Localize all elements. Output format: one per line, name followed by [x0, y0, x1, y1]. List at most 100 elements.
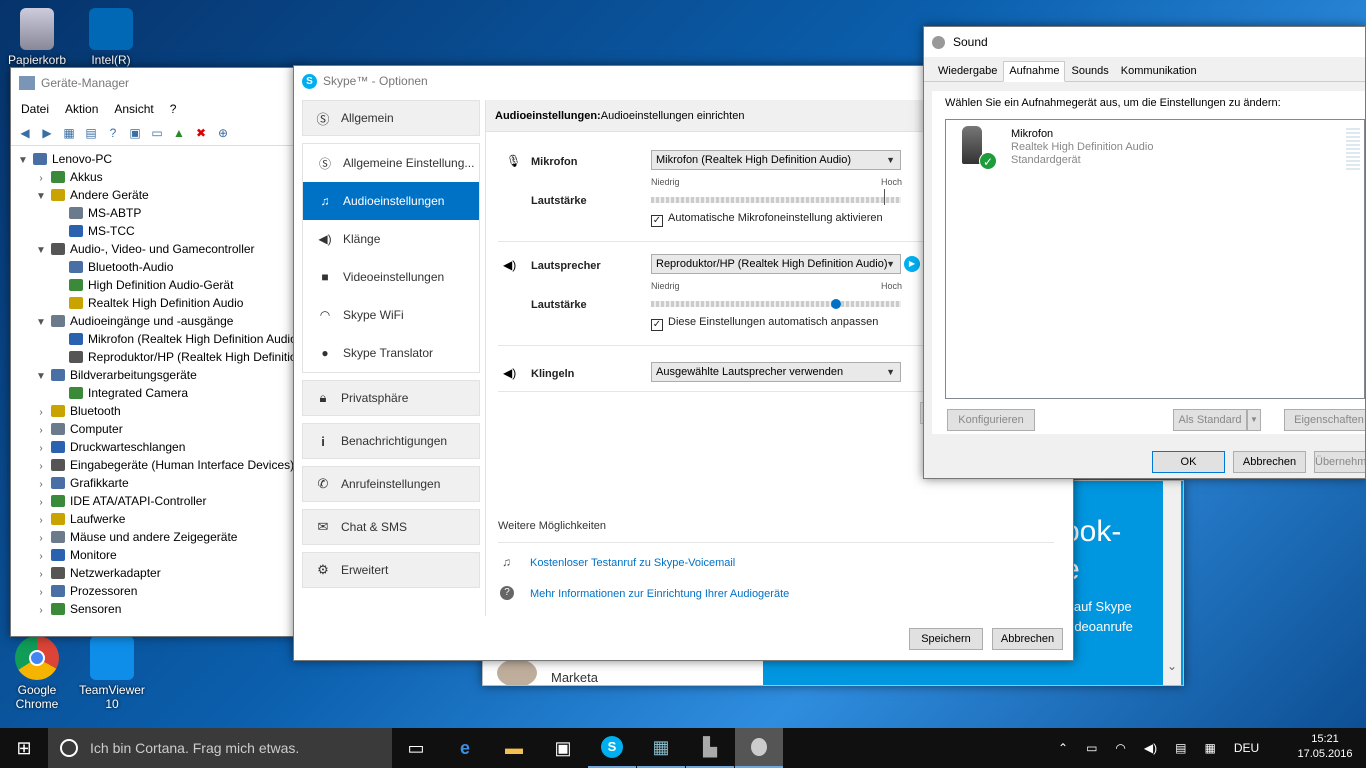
nav-erweitert[interactable]: ⚙ Erweitert [302, 552, 480, 588]
set-default-button[interactable]: Als Standard [1173, 409, 1247, 431]
nav-benachrichtigungen[interactable]: i Benachrichtigungen [302, 423, 480, 459]
nav-skype-translator[interactable]: ● Skype Translator [303, 334, 479, 372]
ring-device-select[interactable]: Ausgewählte Lautsprecher verwenden ▼ [651, 362, 901, 382]
tree-item[interactable]: High Definition Audio-Gerät [11, 276, 299, 294]
contact-name[interactable]: Marketa [551, 670, 598, 685]
apply-button[interactable]: Übernehmen [1314, 451, 1365, 473]
list-icon[interactable]: ▤ [83, 125, 99, 141]
desktop-icon-recycle-bin[interactable]: Papierkorb [2, 8, 72, 67]
menu-aktion[interactable]: Aktion [65, 102, 98, 116]
slider-handle[interactable] [831, 299, 841, 309]
device-manager-taskbar-icon[interactable]: ▙ [686, 728, 734, 768]
tab-aufnahme[interactable]: Aufnahme [1003, 61, 1066, 82]
configure-button[interactable]: Konfigurieren [947, 409, 1035, 431]
properties-icon[interactable]: ▦ [61, 125, 77, 141]
tree-item[interactable]: Realtek High Definition Audio [11, 294, 299, 312]
sound-taskbar-icon[interactable] [735, 728, 783, 768]
nav-videoeinstellungen[interactable]: ■ Videoeinstellungen [303, 258, 479, 296]
tree-item[interactable]: › Grafikkarte [11, 474, 299, 492]
tree-item[interactable]: MS-TCC [11, 222, 299, 240]
tree-item[interactable]: Bluetooth-Audio [11, 258, 299, 276]
tree-item[interactable]: › Computer [11, 420, 299, 438]
nav-chat-sms[interactable]: ✉ Chat & SMS [302, 509, 480, 545]
properties-button[interactable]: Eigenschaften [1284, 409, 1365, 431]
help-icon[interactable]: ? [105, 125, 121, 141]
tree-item[interactable]: › Monitore [11, 546, 299, 564]
forward-icon[interactable]: ▶ [39, 125, 55, 141]
nav-allgemeine-einstellungen[interactable]: Ⓢ Allgemeine Einstellung... [303, 144, 479, 182]
update-driver-icon[interactable]: ▲ [171, 125, 187, 141]
tree-item[interactable]: › Eingabegeräte (Human Interface Devices) [11, 456, 299, 474]
sound-titlebar[interactable]: Sound [924, 27, 1365, 57]
nav-anrufeinstellungen[interactable]: ✆ Anrufeinstellungen [302, 466, 480, 502]
start-button[interactable]: ⊞ [0, 728, 48, 768]
desktop-icon-chrome[interactable]: Google Chrome [2, 636, 72, 711]
scrollbar[interactable]: ⌄ [1163, 481, 1181, 685]
monitor-icon[interactable]: ▭ [149, 125, 165, 141]
tree-item[interactable]: Reproduktor/HP (Realtek High Definition … [11, 348, 299, 366]
tree-item[interactable]: ▼ Lenovo-PC [11, 150, 299, 168]
input-language[interactable]: DEU [1234, 741, 1259, 755]
tree-item[interactable]: MS-ABTP [11, 204, 299, 222]
nav-skype-wifi[interactable]: ◠ Skype WiFi [303, 296, 479, 334]
tree-item[interactable]: › Netzwerkadapter [11, 564, 299, 582]
tree-item[interactable]: ▼ Audio-, Video- und Gamecontroller [11, 240, 299, 258]
tree-item[interactable]: ▼ Andere Geräte [11, 186, 299, 204]
tab-sounds[interactable]: Sounds [1065, 61, 1114, 81]
nav-allgemein[interactable]: Ⓢ Allgemein [302, 100, 480, 136]
chevron-up-icon[interactable]: ⌃ [1058, 741, 1068, 755]
tree-item[interactable]: ▼ Audioeingänge und -ausgänge [11, 312, 299, 330]
tree-item[interactable]: › Laufwerke [11, 510, 299, 528]
wifi-icon[interactable]: ◠ [1115, 741, 1125, 755]
desktop-icon-intel[interactable]: Intel(R) [76, 8, 146, 67]
cancel-button[interactable]: Abbrechen [1233, 451, 1306, 473]
tree-item[interactable]: Integrated Camera [11, 384, 299, 402]
set-default-dropdown[interactable]: ▼ [1247, 409, 1261, 431]
desktop-icon-teamviewer[interactable]: TeamViewer 10 [77, 636, 147, 711]
menu-ansicht[interactable]: Ansicht [114, 102, 153, 116]
voicemail-test-link[interactable]: Kostenloser Testanruf zu Skype-Voicemail [530, 557, 735, 569]
tree-item[interactable]: › Sensoren [11, 600, 299, 618]
store-icon[interactable]: ▣ [539, 728, 587, 768]
tree-item[interactable]: › Prozessoren [11, 582, 299, 600]
clock[interactable]: 15:21 17.05.2016 [1290, 732, 1360, 762]
ok-button[interactable]: OK [1152, 451, 1225, 473]
edge-icon[interactable]: e [441, 728, 489, 768]
control-panel-icon[interactable]: ▦ [637, 728, 685, 768]
file-explorer-icon[interactable]: ▬ [490, 728, 538, 768]
tree-item[interactable]: Mikrofon (Realtek High Definition Audio) [11, 330, 299, 348]
tab-wiedergabe[interactable]: Wiedergabe [932, 61, 1003, 81]
battery-icon[interactable]: ▭ [1086, 741, 1097, 755]
tree-item[interactable]: › Mäuse und andere Zeigegeräte [11, 528, 299, 546]
play-test-sound-icon[interactable]: ▶ [904, 256, 920, 272]
tree-item[interactable]: ▼ Bildverarbeitungsgeräte [11, 366, 299, 384]
disable-icon[interactable]: ⊕ [215, 125, 231, 141]
auto-mic-checkbox[interactable]: ✓ Automatische Mikrofoneinstellung aktivi… [651, 212, 883, 227]
nav-audioeinstellungen[interactable]: ♫ Audioeinstellungen [303, 182, 479, 220]
nav-privatsphaere[interactable]: 🔒︎ Privatsphäre [302, 380, 480, 416]
cancel-button[interactable]: Abbrechen [992, 628, 1063, 650]
speaker-volume-slider[interactable] [651, 299, 901, 309]
skype-taskbar-icon[interactable]: S [588, 728, 636, 768]
menu-help[interactable]: ? [170, 102, 177, 116]
notification-icon[interactable]: ▤ [1175, 741, 1186, 755]
task-view-icon[interactable]: ▭ [392, 728, 440, 768]
keyboard-icon[interactable]: ▦ [1204, 741, 1215, 755]
cortana-search-box[interactable]: Ich bin Cortana. Frag mich etwas. [48, 728, 392, 768]
chevron-right-icon[interactable]: › [35, 602, 47, 620]
uninstall-icon[interactable]: ✖ [193, 125, 209, 141]
tree-item[interactable]: › Bluetooth [11, 402, 299, 420]
tree-item[interactable]: › Druckwarteschlangen [11, 438, 299, 456]
menu-datei[interactable]: Datei [21, 102, 49, 116]
auto-adjust-checkbox[interactable]: ✓ Diese Einstellungen automatisch anpasse… [651, 316, 878, 331]
tab-kommunikation[interactable]: Kommunikation [1115, 61, 1203, 81]
speaker-select[interactable]: Reproduktor/HP (Realtek High Definition … [651, 254, 901, 274]
microphone-select[interactable]: Mikrofon (Realtek High Definition Audio)… [651, 150, 901, 170]
save-button[interactable]: Speichern [909, 628, 983, 650]
list-item[interactable]: ✓ Mikrofon Realtek High Definition Audio… [946, 120, 1346, 180]
chevron-down-icon[interactable]: ⌄ [1167, 659, 1177, 673]
tree-item[interactable]: › Akkus [11, 168, 299, 186]
tree-item[interactable]: › IDE ATA/ATAPI-Controller [11, 492, 299, 510]
volume-icon[interactable]: ◀) [1144, 741, 1157, 755]
back-icon[interactable]: ◀ [17, 125, 33, 141]
